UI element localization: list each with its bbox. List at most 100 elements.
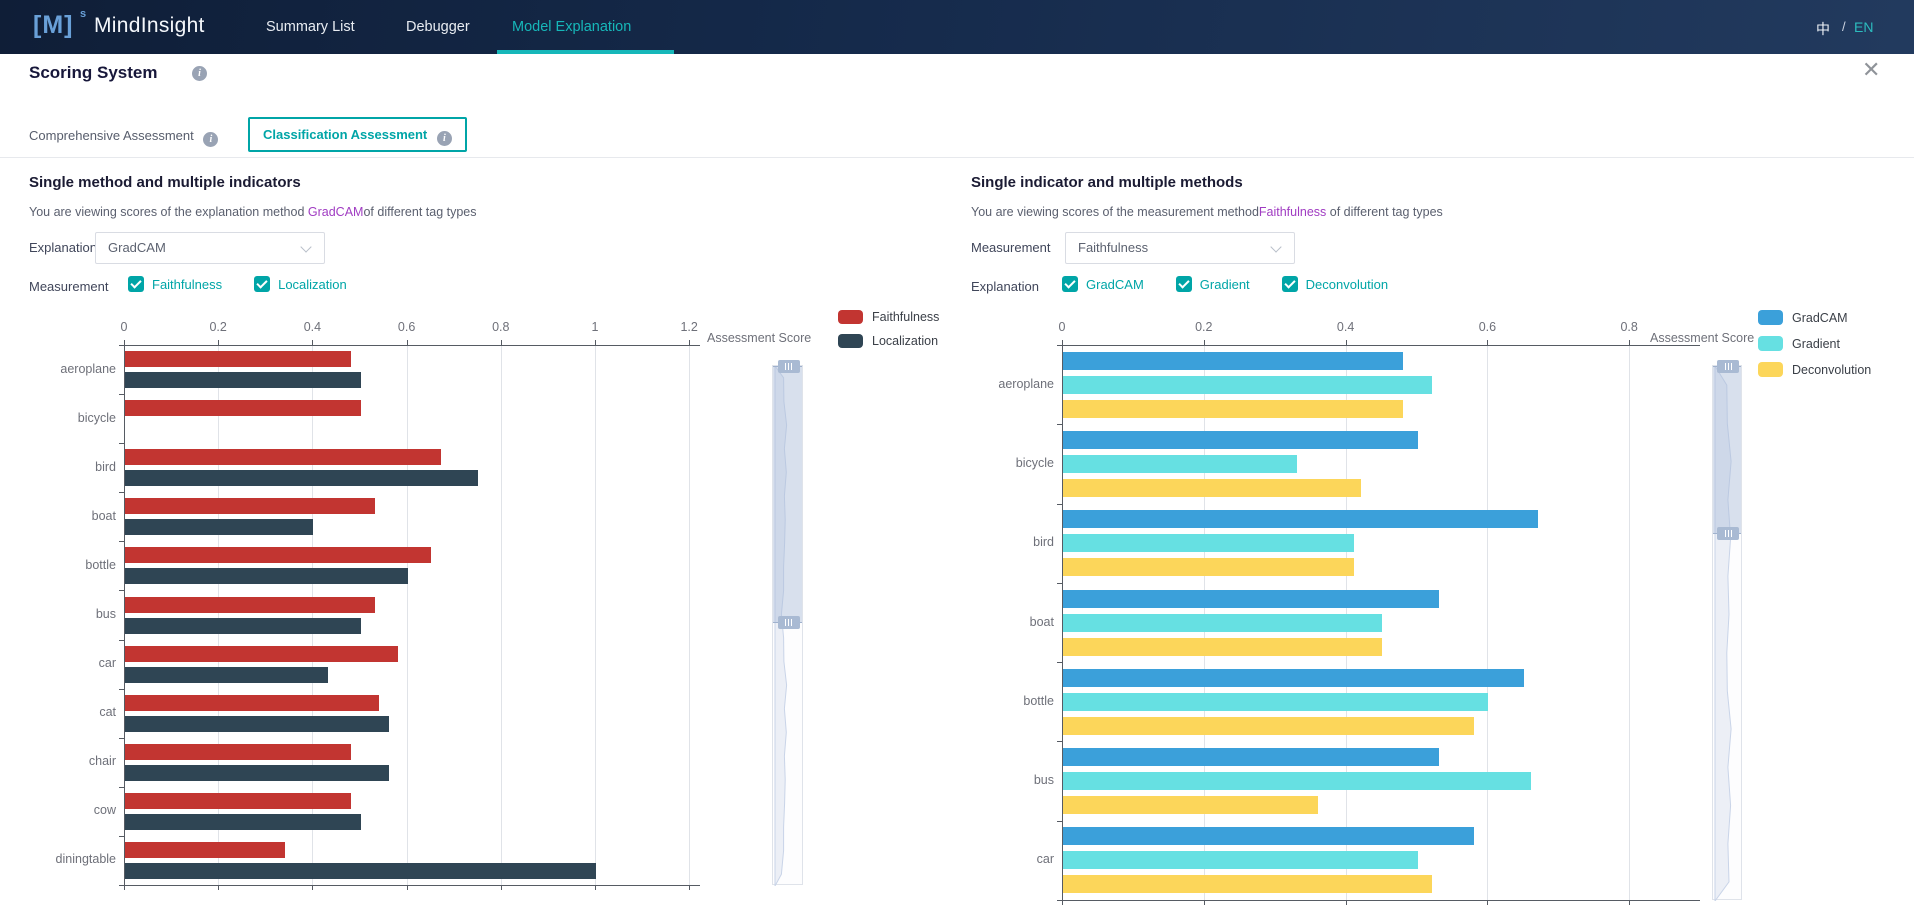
x-axis-tick — [218, 340, 219, 345]
checkbox-item-gradcam[interactable]: GradCAM — [1062, 276, 1144, 292]
checkbox-item-gradient[interactable]: Gradient — [1176, 276, 1250, 292]
scoring-system-info-icon[interactable]: i — [192, 66, 207, 81]
bar-faithfulness-bus — [125, 597, 375, 613]
right-desc-method: Faithfulness — [1259, 205, 1326, 219]
handle-grip-icon — [791, 619, 792, 626]
datazoom-handle-bottom[interactable] — [1717, 527, 1739, 540]
x-axis-tick-label: 0 — [1040, 320, 1084, 334]
classification-info-icon[interactable]: i — [437, 131, 452, 146]
chevron-down-icon — [300, 241, 311, 252]
language-en-link[interactable]: EN — [1854, 19, 1873, 35]
bar-localization-boat — [125, 519, 313, 535]
checkbox-item-localization[interactable]: Localization — [254, 276, 347, 292]
datazoom-selected-range[interactable] — [1713, 366, 1741, 534]
y-axis-tick — [119, 640, 124, 641]
comprehensive-info-icon[interactable]: i — [203, 132, 218, 147]
checkbox-checked-icon[interactable] — [254, 276, 270, 292]
nav-model-explanation[interactable]: Model Explanation — [512, 0, 631, 54]
explanation-select-label: Explanation — [29, 240, 97, 255]
datazoom-handle-top[interactable] — [778, 360, 800, 373]
x-axis-tick — [595, 885, 596, 890]
checkbox-label: Faithfulness — [152, 277, 222, 292]
legend-label: Faithfulness — [872, 310, 939, 324]
nav-summary-list[interactable]: Summary List — [266, 0, 355, 54]
x-axis-tick-label: 0.6 — [1465, 320, 1509, 334]
category-label-car: car — [21, 656, 116, 670]
legend-swatch — [1758, 310, 1783, 325]
category-label-bird: bird — [959, 535, 1054, 549]
checkbox-checked-icon[interactable] — [1062, 276, 1078, 292]
bar-deconvolution-bus — [1063, 796, 1318, 814]
legend-item-faithfulness[interactable]: Faithfulness — [838, 310, 939, 324]
y-axis-tick — [1057, 662, 1062, 663]
tab-classification-assessment[interactable]: Classification Assessment i — [248, 117, 467, 152]
checkbox-checked-icon[interactable] — [1176, 276, 1192, 292]
datazoom-slider[interactable] — [772, 365, 803, 885]
measurement-select[interactable]: Faithfulness — [1065, 232, 1295, 264]
y-axis-tick — [1057, 345, 1062, 346]
checkbox-item-deconvolution[interactable]: Deconvolution — [1282, 276, 1388, 292]
y-axis-tick — [1057, 741, 1062, 742]
category-label-chair: chair — [21, 754, 116, 768]
y-axis-tick — [1057, 821, 1062, 822]
explanation-select[interactable]: GradCAM — [95, 232, 325, 264]
app-header: [M] s MindInsight Summary List Debugger … — [0, 0, 1914, 54]
mindinsight-logo-icon: [M] — [33, 11, 73, 40]
legend-item-gradcam[interactable]: GradCAM — [1758, 310, 1848, 325]
measurement-select-value: Faithfulness — [1078, 240, 1148, 255]
legend-item-gradient[interactable]: Gradient — [1758, 336, 1840, 351]
left-desc-method: GradCAM — [308, 205, 364, 219]
y-axis-tick — [1057, 504, 1062, 505]
datazoom-selected-range[interactable] — [773, 366, 802, 623]
legend-label: Gradient — [1792, 337, 1840, 351]
bar-faithfulness-bicycle — [125, 400, 361, 416]
tab-classification-label: Classification Assessment — [263, 127, 427, 142]
legend-swatch — [1758, 336, 1783, 351]
checkbox-item-faithfulness[interactable]: Faithfulness — [128, 276, 222, 292]
language-zh-link[interactable]: 中 — [1816, 19, 1830, 39]
datazoom-slider[interactable] — [1712, 365, 1742, 900]
x-axis-tick — [1062, 900, 1063, 905]
x-axis-tick — [124, 885, 125, 890]
bar-faithfulness-bottle — [125, 547, 431, 563]
handle-grip-icon — [788, 363, 789, 370]
checkbox-checked-icon[interactable] — [1282, 276, 1298, 292]
logo-superscript: s — [80, 8, 86, 20]
nav-debugger[interactable]: Debugger — [406, 0, 470, 54]
checkbox-checked-icon[interactable] — [128, 276, 144, 292]
category-label-aeroplane: aeroplane — [21, 362, 116, 376]
bar-gradient-bottle — [1063, 693, 1488, 711]
x-axis-tick — [1346, 900, 1347, 905]
datazoom-handle-bottom[interactable] — [778, 616, 800, 629]
checkbox-label: Deconvolution — [1306, 277, 1388, 292]
bar-faithfulness-bird — [125, 449, 441, 465]
category-label-boat: boat — [959, 615, 1054, 629]
category-label-boat: boat — [21, 509, 116, 523]
explanation-select-value: GradCAM — [108, 240, 166, 255]
x-axis-tick — [689, 885, 690, 890]
datazoom-handle-top[interactable] — [1717, 360, 1739, 373]
category-label-bird: bird — [21, 460, 116, 474]
grid-line — [1629, 345, 1630, 900]
handle-grip-icon — [1731, 530, 1732, 537]
checkbox-label: Localization — [278, 277, 347, 292]
bar-gradcam-boat — [1063, 590, 1439, 608]
category-label-bicycle: bicycle — [21, 411, 116, 425]
legend-label: Deconvolution — [1792, 363, 1871, 377]
y-axis-tick — [119, 443, 124, 444]
bar-localization-car — [125, 667, 328, 683]
x-axis-tick — [124, 340, 125, 345]
bar-faithfulness-cat — [125, 695, 379, 711]
x-axis-name: Assessment Score — [707, 331, 811, 345]
close-icon[interactable]: ✕ — [1862, 59, 1880, 81]
tab-comprehensive-assessment[interactable]: Comprehensive Assessment i — [29, 128, 218, 147]
x-axis-line-top — [124, 345, 700, 346]
bar-deconvolution-aeroplane — [1063, 400, 1403, 418]
handle-grip-icon — [1728, 363, 1729, 370]
y-axis-tick — [119, 885, 124, 886]
legend-item-localization[interactable]: Localization — [838, 334, 938, 348]
x-axis-tick — [312, 885, 313, 890]
category-label-bus: bus — [21, 607, 116, 621]
legend-item-deconvolution[interactable]: Deconvolution — [1758, 362, 1871, 377]
bar-faithfulness-aeroplane — [125, 351, 351, 367]
